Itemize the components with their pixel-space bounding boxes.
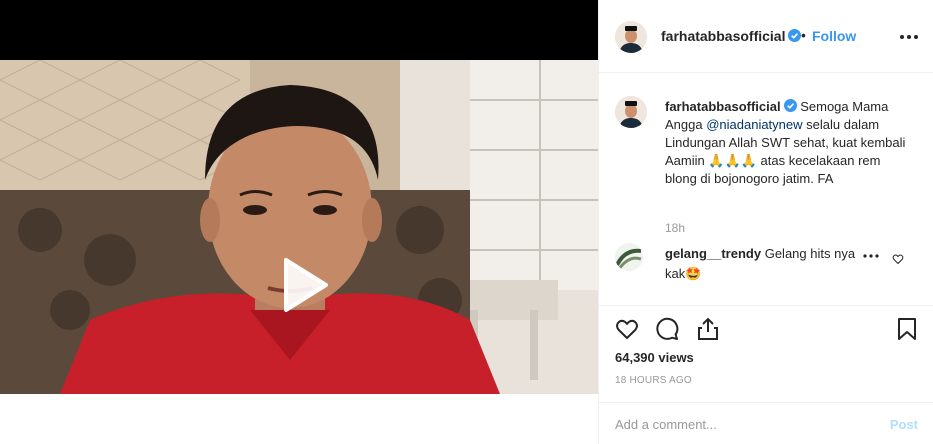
caption-username[interactable]: farhatabbasofficial	[665, 99, 781, 114]
profile-photo	[615, 21, 647, 53]
video-thumbnail	[0, 60, 598, 394]
instagram-post-viewer: farhatabbasofficial • Follow farhatabbas…	[0, 0, 933, 444]
view-count[interactable]: 64,390 views	[615, 350, 694, 365]
video-letterbox-bottom	[0, 394, 598, 444]
posted-time[interactable]: 18 HOURS AGO	[615, 375, 692, 386]
comment-options-icon[interactable]	[862, 253, 880, 259]
add-comment-section: Post	[599, 402, 933, 444]
play-icon	[284, 258, 328, 312]
caption-timestamp[interactable]: 18h	[665, 221, 685, 235]
post-header: farhatabbasofficial • Follow	[599, 0, 933, 73]
comment-input[interactable]	[615, 414, 865, 434]
play-button[interactable]	[266, 250, 336, 320]
bookmark-icon[interactable]	[895, 317, 919, 341]
username-link[interactable]: farhatabbasofficial	[661, 28, 802, 44]
caption-text: farhatabbasofficial Semoga Mama Angga @n…	[665, 98, 915, 188]
action-bar	[599, 305, 933, 349]
heart-icon[interactable]	[892, 253, 904, 265]
post-sidebar: farhatabbasofficial • Follow farhatabbas…	[598, 0, 933, 444]
verified-badge-icon	[783, 99, 797, 112]
comment-icon[interactable]	[655, 317, 679, 341]
share-icon[interactable]	[696, 317, 720, 341]
profile-photo	[615, 96, 647, 128]
verified-badge-icon	[788, 29, 802, 42]
video-player[interactable]	[0, 60, 598, 394]
post-comment-button[interactable]: Post	[890, 417, 918, 432]
comment-username[interactable]: gelang__trendy	[665, 246, 761, 261]
video-letterbox-top	[0, 0, 598, 60]
profile-photo	[615, 243, 643, 271]
comment-avatar[interactable]	[615, 243, 643, 271]
follow-button[interactable]: Follow	[812, 28, 856, 44]
caption-avatar[interactable]	[615, 96, 647, 128]
video-panel	[0, 0, 598, 444]
mention-link[interactable]: @niadaniatynew	[706, 117, 802, 132]
more-horizontal-icon[interactable]	[898, 28, 920, 46]
heart-icon[interactable]	[615, 317, 639, 341]
comment-item: gelang__trendy Gelang hits nya kak🤩	[665, 244, 865, 284]
avatar[interactable]	[615, 21, 647, 53]
separator-dot: •	[801, 27, 806, 43]
